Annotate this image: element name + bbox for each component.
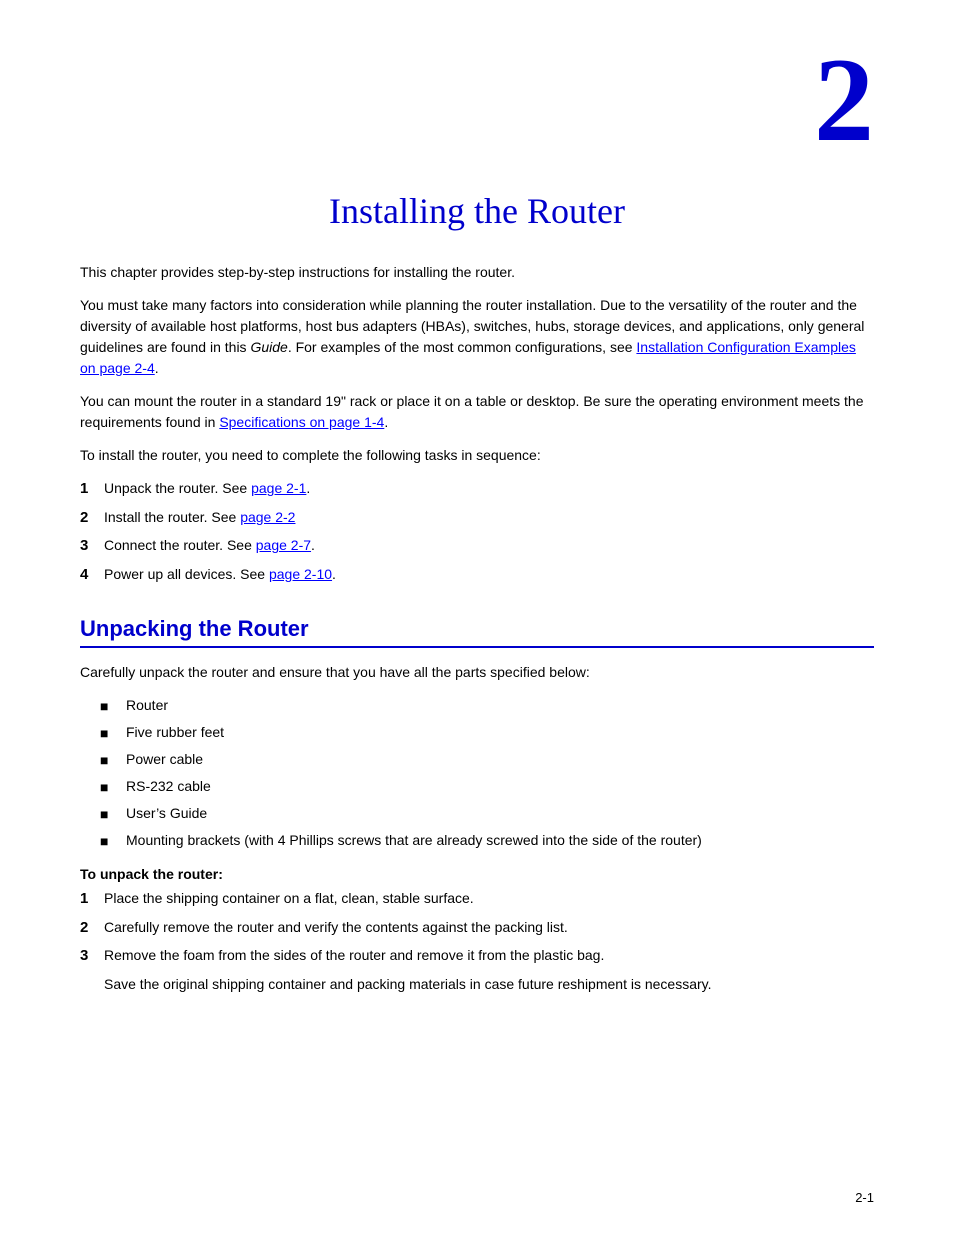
bullet-icon: ■ bbox=[100, 696, 120, 717]
task-item-3: 3 Connect the router. See page 2-7. bbox=[80, 535, 874, 558]
tasks-list: 1 Unpack the router. See page 2-1. 2 Ins… bbox=[80, 478, 874, 586]
parts-item-guide: ■ User’s Guide bbox=[100, 803, 874, 825]
bullet-icon: ■ bbox=[100, 831, 120, 852]
parts-item-brackets: ■ Mounting brackets (with 4 Phillips scr… bbox=[100, 830, 874, 852]
parts-item-router: ■ Router bbox=[100, 695, 874, 717]
task-item-2: 2 Install the router. See page 2-2 bbox=[80, 507, 874, 530]
task-item-1: 1 Unpack the router. See page 2-1. bbox=[80, 478, 874, 501]
parts-item-power: ■ Power cable bbox=[100, 749, 874, 771]
page-2-10-link[interactable]: page 2-10 bbox=[269, 566, 332, 582]
page-2-7-link[interactable]: page 2-7 bbox=[256, 537, 311, 553]
procedure-label: To unpack the router: bbox=[80, 866, 874, 882]
unpack-steps-list: 1 Place the shipping container on a flat… bbox=[80, 888, 874, 995]
intro-paragraph-2: You must take many factors into consider… bbox=[80, 295, 874, 379]
page: 2 Installing the Router This chapter pro… bbox=[0, 0, 954, 1235]
unpack-step-1: 1 Place the shipping container on a flat… bbox=[80, 888, 874, 911]
bullet-icon: ■ bbox=[100, 777, 120, 798]
parts-item-rs232: ■ RS-232 cable bbox=[100, 776, 874, 798]
parts-item-feet: ■ Five rubber feet bbox=[100, 722, 874, 744]
bullet-icon: ■ bbox=[100, 750, 120, 771]
chapter-number: 2 bbox=[80, 40, 874, 160]
unpack-step-2: 2 Carefully remove the router and verify… bbox=[80, 917, 874, 940]
task-item-4: 4 Power up all devices. See page 2-10. bbox=[80, 564, 874, 587]
intro-paragraph-1: This chapter provides step-by-step instr… bbox=[80, 262, 874, 283]
sub-note: Save the original shipping container and… bbox=[104, 974, 712, 995]
intro-paragraph-4: To install the router, you need to compl… bbox=[80, 445, 874, 466]
parts-list: ■ Router ■ Five rubber feet ■ Power cabl… bbox=[100, 695, 874, 852]
bullet-icon: ■ bbox=[100, 804, 120, 825]
page-2-2-link[interactable]: page 2-2 bbox=[240, 509, 295, 525]
page-2-1-link[interactable]: page 2-1 bbox=[251, 480, 306, 496]
page-number: 2-1 bbox=[855, 1190, 874, 1205]
bullet-icon: ■ bbox=[100, 723, 120, 744]
chapter-title: Installing the Router bbox=[80, 190, 874, 232]
unpack-step-3: 3 Remove the foam from the sides of the … bbox=[80, 945, 874, 995]
unpacking-intro: Carefully unpack the router and ensure t… bbox=[80, 662, 874, 683]
specifications-link[interactable]: Specifications on page 1-4 bbox=[219, 414, 384, 430]
unpacking-section-title: Unpacking the Router bbox=[80, 616, 874, 648]
intro-paragraph-3: You can mount the router in a standard 1… bbox=[80, 391, 874, 433]
